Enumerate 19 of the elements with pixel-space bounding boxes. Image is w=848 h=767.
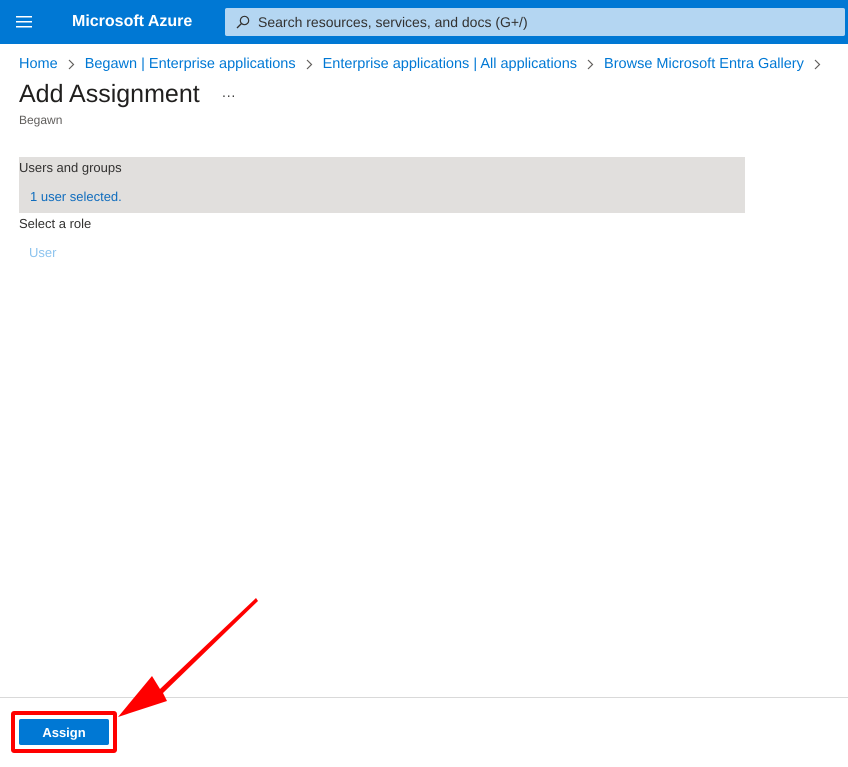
more-button[interactable]: ··· bbox=[222, 86, 236, 102]
section-label: Select a role bbox=[19, 216, 92, 231]
brand-name[interactable]: Microsoft Azure bbox=[72, 13, 225, 31]
assign-button[interactable]: Assign bbox=[19, 719, 109, 745]
chevron-right-icon bbox=[587, 58, 594, 70]
breadcrumb-link[interactable]: Begawn | Enterprise applications bbox=[84, 56, 296, 72]
page-subtitle: Begawn bbox=[19, 113, 64, 127]
breadcrumb-link[interactable]: Browse Microsoft Entra Gallery bbox=[604, 56, 804, 72]
chevron-right-icon bbox=[814, 58, 821, 70]
chevron-right-icon bbox=[306, 58, 313, 70]
page-title: Add Assignment bbox=[19, 80, 200, 109]
chevron-right-icon bbox=[68, 58, 75, 70]
breadcrumb-link[interactable]: Enterprise applications | All applications bbox=[322, 56, 578, 72]
section-label: Users and groups bbox=[19, 160, 122, 175]
selection-link[interactable]: 1 user selected. bbox=[30, 189, 122, 204]
menu-icon[interactable] bbox=[16, 16, 32, 28]
search-field[interactable]: Search resources, services, and docs (G+/) bbox=[225, 8, 845, 36]
selection-panel[interactable]: Users and groups 1 user selected. bbox=[19, 157, 745, 213]
breadcrumb-link[interactable]: Home bbox=[19, 56, 58, 72]
